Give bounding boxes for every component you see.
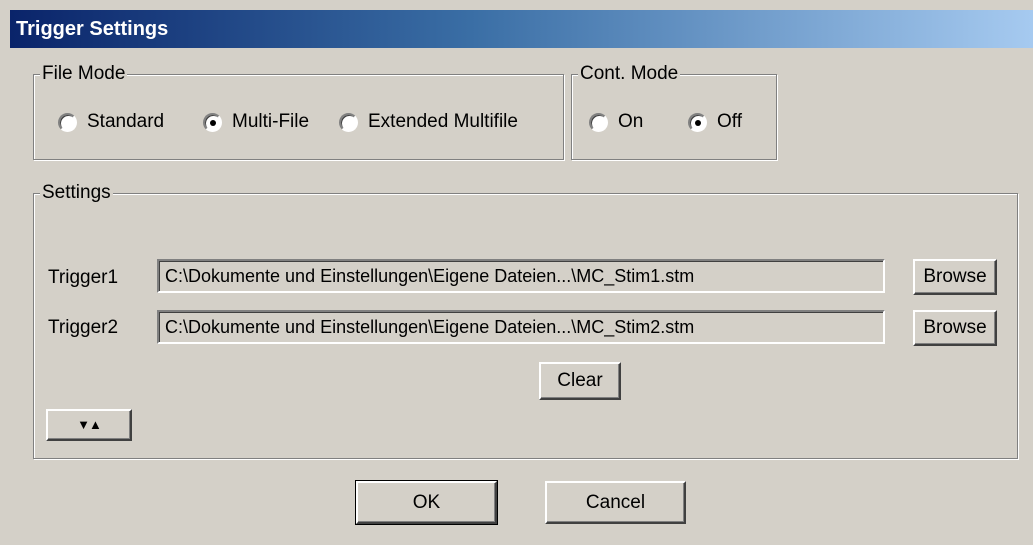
clear-label: Clear <box>557 370 603 391</box>
trigger1-path-field[interactable]: C:\Dokumente und Einstellungen\Eigene Da… <box>157 259 885 293</box>
trigger2-path-field[interactable]: C:\Dokumente und Einstellungen\Eigene Da… <box>157 310 885 344</box>
trigger2-label: Trigger2 <box>48 317 119 338</box>
radio-cont-off-indicator[interactable] <box>688 112 707 132</box>
cont-mode-group: Cont. Mode On Off <box>571 63 777 160</box>
expand-toggle-button[interactable]: ▼▲ <box>46 409 132 441</box>
trigger1-browse-button[interactable]: Browse <box>913 259 997 295</box>
title-bar[interactable]: Trigger Settings <box>10 10 1033 48</box>
clear-button[interactable]: Clear <box>539 362 621 400</box>
radio-cont-off[interactable]: Off <box>688 111 742 133</box>
trigger1-label: Trigger1 <box>48 267 119 288</box>
radio-extended-multifile-label[interactable]: Extended Multifile <box>368 111 518 133</box>
cont-mode-legend: Cont. Mode <box>578 63 681 85</box>
radio-extended-multifile[interactable]: Extended Multifile <box>339 111 518 133</box>
radio-standard-label[interactable]: Standard <box>87 111 164 133</box>
radio-standard-indicator[interactable] <box>58 112 77 132</box>
radio-cont-off-label[interactable]: Off <box>717 111 742 133</box>
radio-cont-on-label[interactable]: On <box>618 111 643 133</box>
window-title: Trigger Settings <box>16 18 169 40</box>
cancel-button[interactable]: Cancel <box>545 481 686 524</box>
radio-multi-file-indicator[interactable] <box>203 112 222 132</box>
trigger1-browse-label: Browse <box>923 266 987 287</box>
file-mode-legend: File Mode <box>40 63 128 85</box>
radio-standard[interactable]: Standard <box>58 111 164 133</box>
radio-multi-file[interactable]: Multi-File <box>203 111 309 133</box>
ok-label: OK <box>412 491 441 513</box>
radio-cont-on-indicator[interactable] <box>589 112 608 132</box>
file-mode-group: File Mode Standard Multi-File Extended M… <box>33 63 564 160</box>
settings-legend: Settings <box>40 182 113 204</box>
trigger2-browse-button[interactable]: Browse <box>913 310 997 346</box>
down-up-triangles-icon: ▼▲ <box>77 417 102 432</box>
ok-button[interactable]: OK <box>355 480 498 525</box>
settings-group: Settings Trigger1 C:\Dokumente und Einst… <box>33 182 1018 459</box>
radio-cont-on[interactable]: On <box>589 111 643 133</box>
trigger-settings-dialog: Trigger Settings File Mode Standard Mult… <box>0 0 1033 545</box>
cancel-label: Cancel <box>585 491 646 513</box>
radio-extended-multifile-indicator[interactable] <box>339 112 358 132</box>
trigger2-browse-label: Browse <box>923 317 987 338</box>
radio-multi-file-label[interactable]: Multi-File <box>232 111 309 133</box>
